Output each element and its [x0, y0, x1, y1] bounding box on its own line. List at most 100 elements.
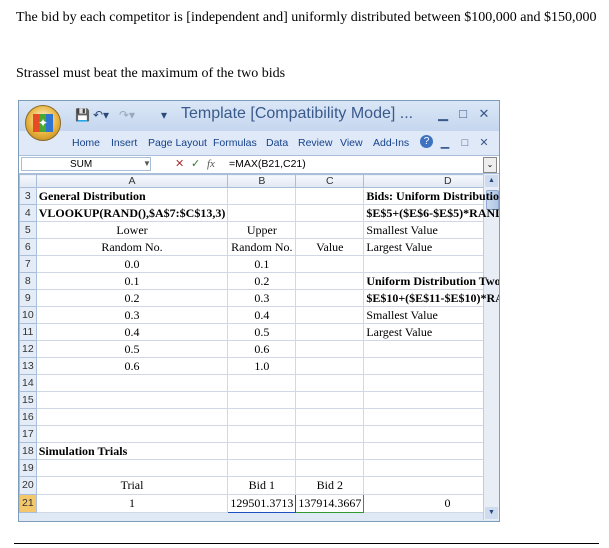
row-header[interactable]: 13 — [19, 357, 37, 375]
cancel-entry-icon[interactable]: ✕ — [175, 157, 184, 171]
tab-add-ins[interactable]: Add-Ins — [373, 137, 409, 149]
cell[interactable] — [363, 476, 499, 495]
cell[interactable]: Simulation Trials — [35, 442, 229, 460]
cell[interactable]: 1.0 — [227, 357, 297, 375]
cell[interactable] — [35, 391, 229, 409]
row-header[interactable]: 18 — [19, 442, 37, 460]
maximize-button[interactable]: □ — [455, 106, 471, 122]
row-header[interactable]: 4 — [19, 204, 37, 222]
cell[interactable]: 0 — [363, 493, 499, 513]
tab-insert[interactable]: Insert — [111, 137, 137, 149]
row-header[interactable]: 3 — [19, 187, 37, 205]
cell[interactable]: $E$10+($E$11-$E$10)*RAND() — [363, 289, 499, 307]
tab-data[interactable]: Data — [266, 137, 288, 149]
cell[interactable]: Bid 2 — [295, 476, 365, 495]
cell[interactable]: 1 — [35, 493, 229, 513]
cell[interactable] — [295, 442, 365, 460]
cell[interactable] — [295, 255, 365, 273]
vertical-scrollbar[interactable]: ▲ ▼ — [483, 174, 499, 520]
cell[interactable] — [35, 459, 229, 477]
cell[interactable] — [295, 391, 365, 409]
cell[interactable]: Value — [295, 238, 365, 256]
cell[interactable]: 137914.3667 — [295, 493, 365, 513]
cell[interactable] — [295, 459, 365, 477]
row-header[interactable]: 10 — [19, 306, 37, 324]
close-button[interactable]: ✕ — [476, 106, 492, 122]
row-header[interactable]: 15 — [19, 391, 37, 409]
column-header[interactable]: C — [295, 174, 365, 188]
cell[interactable] — [227, 442, 297, 460]
tab-review[interactable]: Review — [298, 137, 332, 149]
cell[interactable] — [227, 459, 297, 477]
expand-formula-bar-icon[interactable]: ⌄ — [483, 157, 497, 173]
cell[interactable]: 0.3 — [227, 289, 297, 307]
cell[interactable] — [227, 204, 297, 222]
cell[interactable]: Bid 1 — [227, 476, 297, 495]
redo-icon[interactable]: ↷▾ — [119, 108, 135, 122]
cell[interactable] — [363, 255, 499, 273]
row-header[interactable]: 21 — [19, 493, 37, 513]
select-all-corner[interactable] — [19, 174, 37, 188]
cell[interactable]: Upper — [227, 221, 297, 239]
scroll-up-icon[interactable]: ▲ — [485, 175, 498, 187]
cell[interactable]: Uniform Distribution Two — [363, 272, 499, 290]
row-header[interactable]: 17 — [19, 425, 37, 443]
cell[interactable]: 0.1 — [35, 272, 229, 290]
column-header[interactable]: A — [35, 174, 229, 188]
row-header[interactable]: 20 — [19, 476, 37, 495]
workbook-restore-button[interactable]: □ — [457, 135, 473, 151]
row-header[interactable]: 12 — [19, 340, 37, 358]
cell[interactable]: Lower — [35, 221, 229, 239]
cell[interactable] — [227, 425, 297, 443]
row-header[interactable]: 19 — [19, 459, 37, 477]
cell[interactable]: Random No. — [35, 238, 229, 256]
cell[interactable]: 0.5 — [35, 340, 229, 358]
confirm-entry-icon[interactable]: ✓ — [191, 157, 200, 171]
cell[interactable] — [295, 289, 365, 307]
name-box[interactable]: SUM — [21, 157, 151, 171]
cell[interactable] — [227, 374, 297, 392]
scroll-down-icon[interactable]: ▼ — [485, 507, 498, 519]
cell[interactable] — [295, 187, 365, 205]
cell[interactable]: $E$5+($E$6-$E$5)*RAND() — [363, 204, 499, 222]
cell[interactable]: 0.4 — [35, 323, 229, 341]
tab-formulas[interactable]: Formulas — [213, 137, 257, 149]
cell[interactable] — [363, 374, 499, 392]
insert-function-icon[interactable]: fx — [207, 157, 215, 171]
formula-input[interactable]: =MAX(B21,C21) — [229, 158, 306, 170]
cell[interactable] — [295, 204, 365, 222]
cell[interactable]: 0.6 — [227, 340, 297, 358]
cell[interactable]: Bids: Uniform Distribution — [363, 187, 499, 205]
save-icon[interactable]: 💾 — [75, 108, 90, 122]
help-icon[interactable]: ? — [420, 135, 433, 148]
cell[interactable]: 0.0 — [35, 255, 229, 273]
cell[interactable]: 0.6 — [35, 357, 229, 375]
cell[interactable]: Largest Value — [363, 238, 499, 256]
row-header[interactable]: 8 — [19, 272, 37, 290]
cell[interactable] — [295, 425, 365, 443]
row-header[interactable]: 16 — [19, 408, 37, 426]
cell[interactable] — [295, 306, 365, 324]
cell[interactable]: Random No. — [227, 238, 297, 256]
cell[interactable] — [363, 459, 499, 477]
cell[interactable] — [35, 374, 229, 392]
row-header[interactable]: 11 — [19, 323, 37, 341]
cell[interactable] — [363, 391, 499, 409]
cell[interactable] — [363, 340, 499, 358]
cell[interactable] — [227, 408, 297, 426]
cell[interactable]: 129501.3713 — [227, 493, 297, 513]
column-header[interactable]: B — [227, 174, 297, 188]
row-header[interactable]: 7 — [19, 255, 37, 273]
row-header[interactable]: 9 — [19, 289, 37, 307]
cell[interactable]: Largest Value — [363, 323, 499, 341]
cell[interactable]: 0.2 — [227, 272, 297, 290]
cell[interactable] — [35, 425, 229, 443]
cell[interactable]: General Distribution — [35, 187, 229, 205]
cell[interactable] — [363, 408, 499, 426]
cell[interactable] — [227, 391, 297, 409]
workbook-minimize-button[interactable]: ▁ — [437, 135, 453, 151]
cell[interactable] — [35, 408, 229, 426]
name-box-dropdown-icon[interactable]: ▼ — [143, 157, 151, 171]
minimize-button[interactable]: ▁ — [435, 106, 451, 122]
customize-qat-icon[interactable]: ▾ — [161, 108, 167, 122]
